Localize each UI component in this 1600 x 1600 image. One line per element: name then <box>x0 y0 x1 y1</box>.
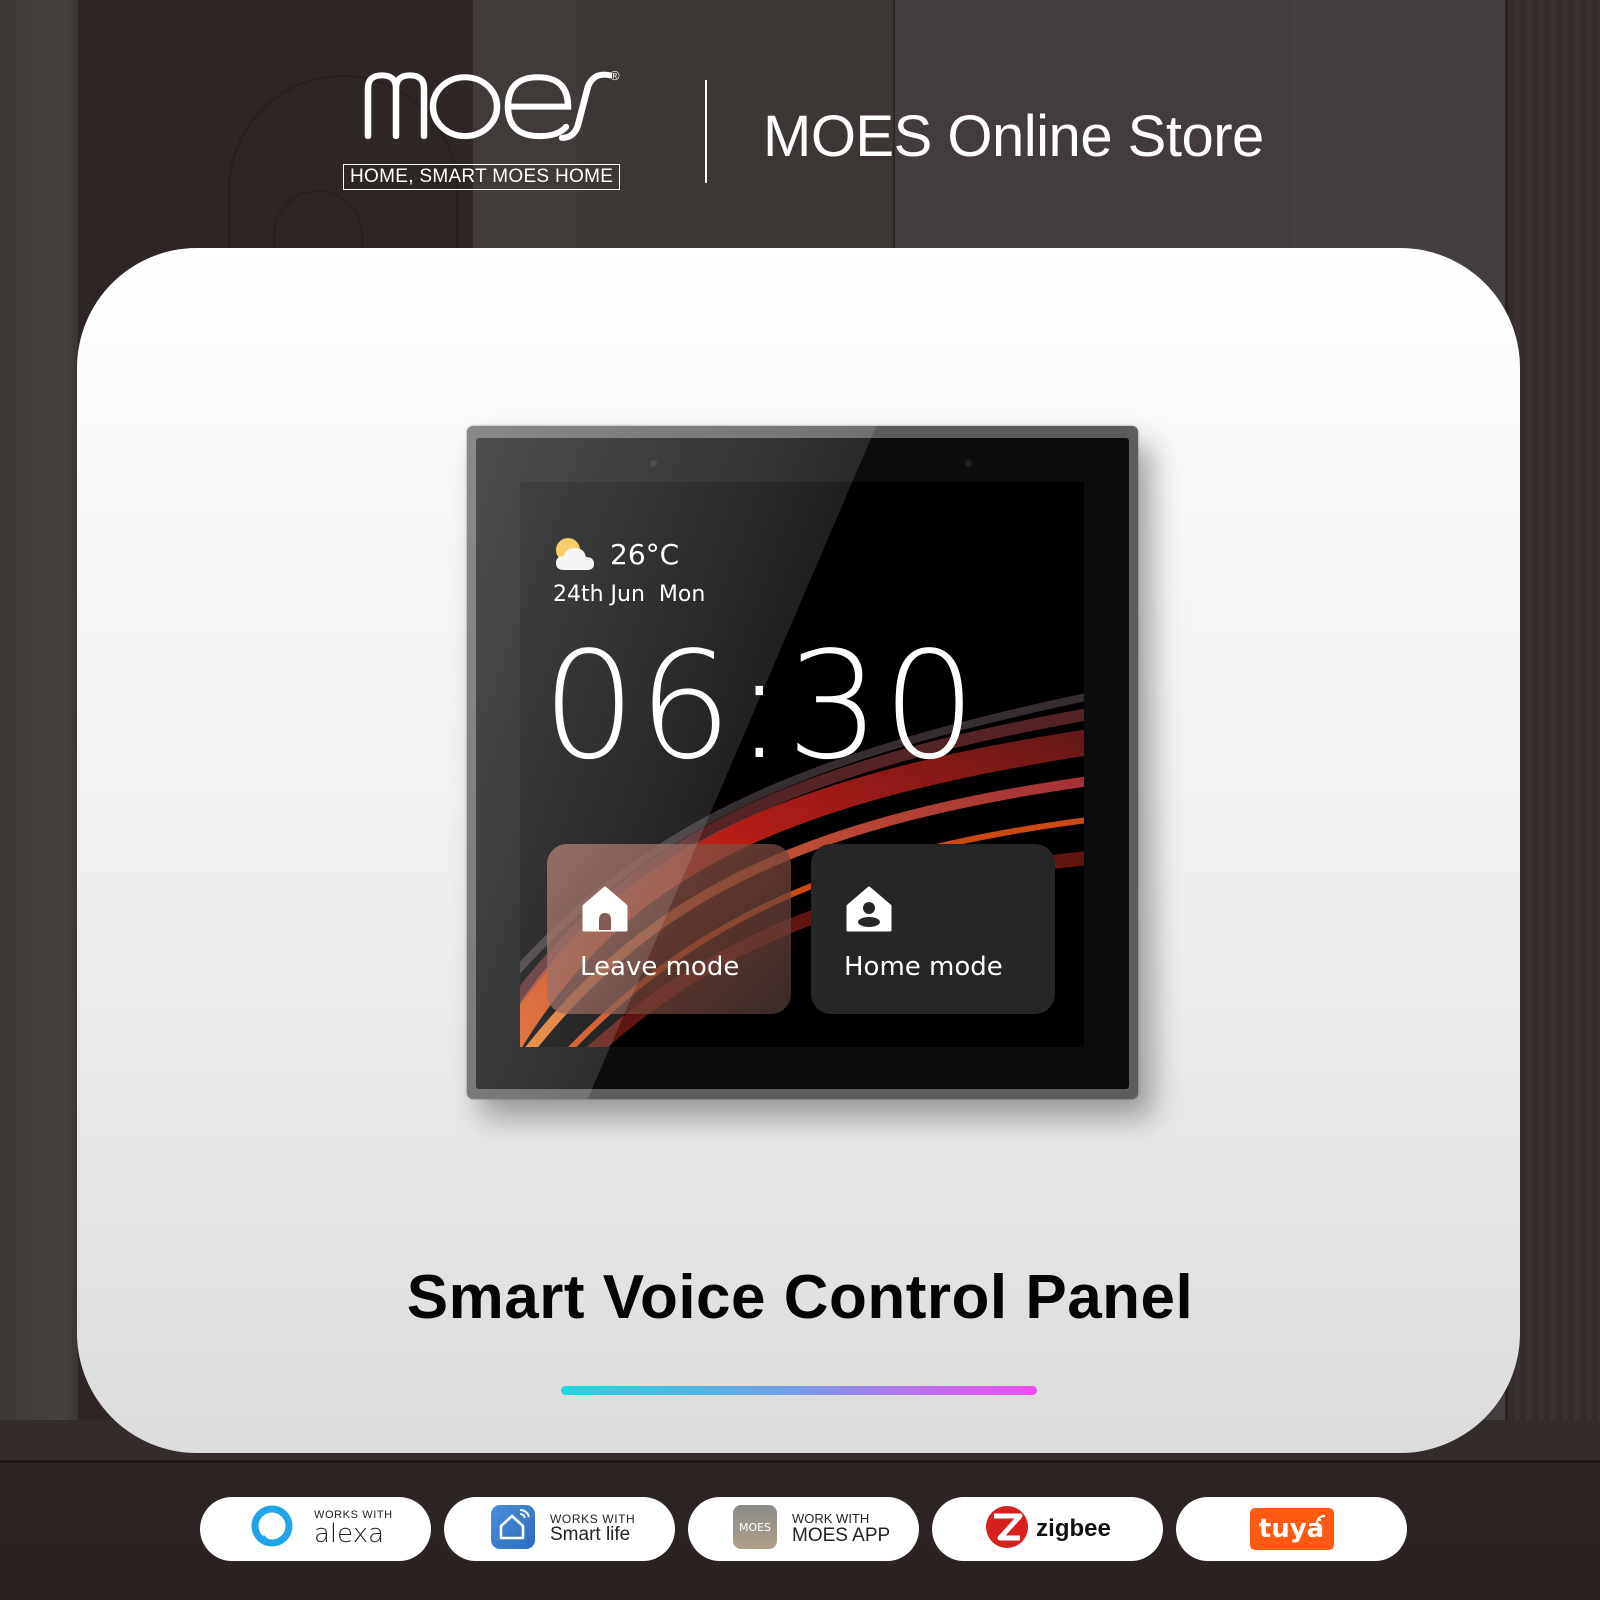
badge-smart-life-big: Smart life <box>550 1524 631 1546</box>
logo-wordmark <box>362 68 614 154</box>
microphone-dot <box>650 460 657 467</box>
header-divider <box>705 80 707 183</box>
registered-mark: ® <box>610 68 620 83</box>
microphone-dot <box>965 460 972 467</box>
svg-text:MOES: MOES <box>739 1521 771 1534</box>
background-wall-left <box>0 0 78 1600</box>
product-title: Smart Voice Control Panel <box>406 1263 1194 1332</box>
moes-logo: ® HOME, SMART MOES HOME <box>340 68 640 198</box>
temperature: 26°C <box>610 537 680 571</box>
device-screen: 26°C 24th Jun Mon 06:30 Leave mode Home … <box>520 482 1084 1047</box>
badge-tuya: tuya <box>1176 1497 1407 1561</box>
badge-moes-app-big: MOES APP <box>792 1524 891 1546</box>
badge-moes-app: MOES WORK WITH MOES APP <box>688 1497 919 1561</box>
home-mode-label: Home mode <box>844 952 1003 982</box>
house-person-icon <box>844 884 894 934</box>
home-mode-button[interactable]: Home mode <box>811 844 1055 1014</box>
zigbee-icon <box>984 1504 1030 1555</box>
leave-mode-button[interactable]: Leave mode <box>547 844 791 1014</box>
badge-alexa: WORKS WITH alexa <box>200 1497 431 1561</box>
wifi-icon <box>1315 1515 1325 1525</box>
accent-gradient-bar <box>561 1386 1037 1395</box>
partly-cloudy-icon <box>552 536 596 572</box>
smart-life-icon <box>490 1504 536 1555</box>
tuya-logo-icon: tuya <box>1249 1508 1334 1550</box>
badge-moes-app-small: WORK WITH <box>792 1511 870 1527</box>
date-display: 24th Jun Mon <box>553 582 706 607</box>
alexa-icon <box>250 1505 294 1554</box>
badge-smart-life: WORKS WITH Smart life <box>444 1497 675 1561</box>
badge-zigbee-label: zigbee <box>1036 1515 1111 1542</box>
moes-wordmark-icon <box>364 71 614 141</box>
badge-zigbee: zigbee <box>932 1497 1163 1561</box>
moes-app-icon: MOES <box>732 1504 778 1555</box>
logo-tagline: HOME, SMART MOES HOME <box>343 164 621 190</box>
store-title: MOES Online Store <box>763 104 1264 169</box>
clock-time: 06:30 <box>542 620 979 792</box>
badge-alexa-big: alexa <box>314 1519 385 1550</box>
leave-mode-label: Leave mode <box>580 952 740 982</box>
device-bezel: 26°C 24th Jun Mon 06:30 Leave mode Home … <box>476 438 1129 1089</box>
weather-widget: 26°C <box>552 536 679 572</box>
house-leave-icon <box>580 884 630 934</box>
control-panel-device: 26°C 24th Jun Mon 06:30 Leave mode Home … <box>467 426 1138 1099</box>
